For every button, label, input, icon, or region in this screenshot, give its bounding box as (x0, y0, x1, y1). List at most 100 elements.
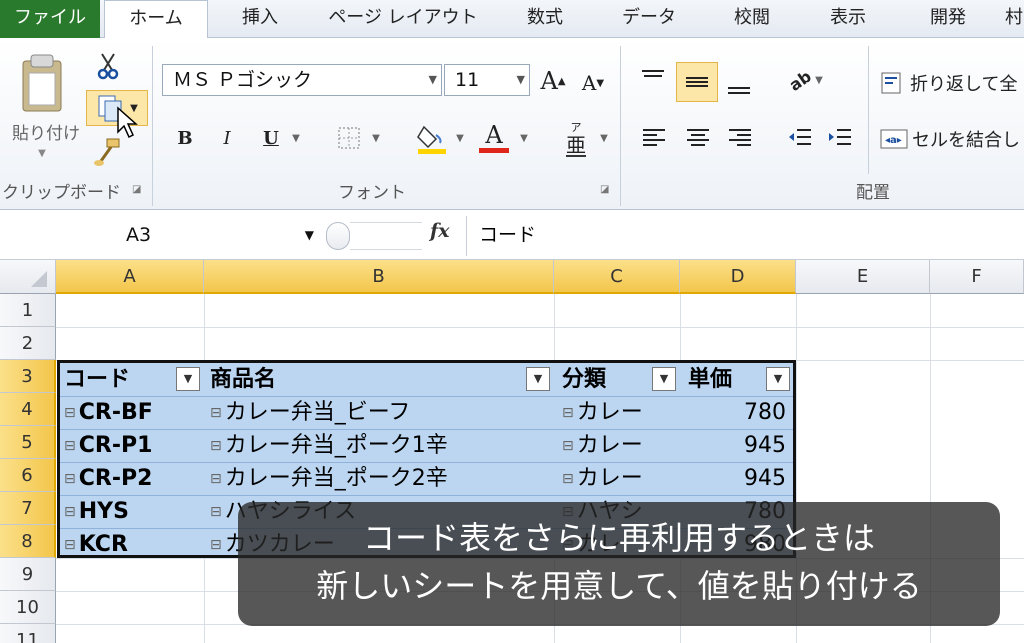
bold-button[interactable]: B (170, 122, 200, 154)
formula-input[interactable]: コード (466, 216, 1024, 256)
table-header-cell[interactable]: 商品名 (210, 363, 550, 396)
align-middle-icon (686, 77, 708, 87)
row-header[interactable]: 9 (0, 558, 56, 591)
row-header[interactable]: 7 (0, 492, 56, 525)
text-marker-icon: ⊟ (64, 437, 76, 454)
cell-value: カレー (576, 433, 643, 458)
align-middle-button[interactable] (676, 62, 718, 102)
table-cell[interactable]: ⊟ カレー弁当_ポーク1辛 (210, 429, 550, 462)
clipboard-group-label: クリップボード (2, 183, 121, 203)
font-size-combo[interactable]: 11 ▼ (444, 64, 530, 96)
launcher-icon[interactable]: ◪ (600, 184, 609, 195)
table-cell[interactable]: ⊟ KCR (64, 528, 204, 561)
merge-center-button[interactable]: ◂a▸ セルを結合し (880, 122, 1024, 156)
table-cell[interactable]: ⊟ CR-BF (64, 396, 204, 429)
tab-developer[interactable]: 開発 (908, 0, 988, 38)
align-top-button[interactable] (636, 60, 670, 96)
table-cell[interactable]: ⊟ カレー弁当_ポーク2辛 (210, 462, 550, 495)
column-header[interactable]: C (554, 260, 680, 294)
formula-bar-splitter[interactable] (326, 222, 350, 250)
chevron-down-icon[interactable]: ▼ (288, 126, 304, 150)
row-header[interactable]: 4 (0, 393, 56, 426)
column-header[interactable]: D (680, 260, 796, 294)
font-name-combo[interactable]: ＭＳ Ｐゴシック ▼ (162, 64, 442, 96)
align-right-button[interactable] (724, 122, 756, 154)
decrease-indent-button[interactable] (784, 122, 816, 154)
column-header[interactable]: A (56, 260, 204, 294)
cut-button[interactable] (94, 52, 122, 80)
align-bottom-button[interactable] (722, 68, 756, 104)
align-bottom-icon (728, 87, 750, 94)
table-cell[interactable]: 945 (688, 429, 792, 462)
table-cell[interactable]: ⊟ カレー弁当_ビーフ (210, 396, 550, 429)
underline-button[interactable]: U (256, 122, 286, 154)
cell-value: CR-P2 (78, 466, 153, 491)
tab-overflow[interactable]: 村 (1004, 0, 1024, 38)
row-header[interactable]: 8 (0, 525, 56, 558)
video-subtitle: コード表をさらに再利用するときは 新しいシートを用意して、値を貼り付ける (238, 502, 1000, 626)
phonetic-button[interactable]: ア亜 (560, 118, 592, 158)
tab-file[interactable]: ファイル (0, 0, 100, 38)
insert-function-button[interactable]: fx (430, 220, 450, 242)
table-cell[interactable]: 780 (688, 396, 792, 429)
tab-data[interactable]: データ (604, 0, 694, 38)
filter-dropdown-button[interactable] (766, 367, 790, 391)
tab-page-layout[interactable]: ページ レイアウト (318, 0, 488, 38)
align-center-button[interactable] (682, 122, 714, 154)
ribbon: 貼り付け ▼ ▼ クリップボード ◪ ＭＳ Ｐゴシック ▼ 11 ▼ A ▲ A… (0, 38, 1024, 210)
row-header[interactable]: 11 (0, 624, 56, 643)
chevron-down-icon[interactable]: ▼ (305, 218, 314, 252)
fill-color-button[interactable] (414, 120, 450, 156)
text-marker-icon: ⊟ (562, 437, 574, 454)
table-cell[interactable]: ⊟ HYS (64, 495, 204, 528)
column-header[interactable]: B (204, 260, 554, 294)
formula-bar-gap (350, 222, 422, 250)
format-painter-button[interactable] (92, 136, 124, 168)
select-all-corner[interactable] (0, 260, 56, 294)
row-header[interactable]: 3 (0, 360, 56, 393)
tab-home[interactable]: ホーム (104, 0, 208, 39)
filter-dropdown-button[interactable] (176, 367, 200, 391)
excel-window: ファイル ホーム 挿入 ページ レイアウト 数式 データ 校閲 表示 開発 村 … (0, 0, 1024, 643)
row-header[interactable]: 10 (0, 591, 56, 624)
table-cell[interactable]: ⊟ CR-P1 (64, 429, 204, 462)
font-color-button[interactable]: A (474, 118, 514, 156)
row-header[interactable]: 5 (0, 426, 56, 459)
column-header[interactable]: E (796, 260, 930, 294)
brush-icon (94, 138, 120, 166)
wrap-text-button[interactable]: 折り返して全 (880, 66, 1024, 100)
increase-indent-button[interactable] (824, 122, 856, 154)
chevron-down-icon[interactable]: ▼ (452, 126, 468, 150)
row-header[interactable]: 1 (0, 294, 56, 327)
name-box[interactable]: A3 ▼ (0, 218, 322, 252)
align-left-button[interactable] (638, 122, 670, 154)
column-header[interactable]: F (930, 260, 1024, 294)
svg-text:ab: ab (787, 67, 815, 93)
formula-bar: A3 ▼ fx コード (0, 212, 1024, 260)
table-cell[interactable]: ⊟カレー (562, 429, 682, 462)
table-cell[interactable]: 945 (688, 462, 792, 495)
chevron-down-icon: ▼ (516, 73, 525, 86)
tab-insert[interactable]: 挿入 (220, 0, 300, 38)
row-header[interactable]: 2 (0, 327, 56, 360)
row-header[interactable]: 6 (0, 459, 56, 492)
orientation-button[interactable]: ab ▼ (782, 62, 828, 98)
indent-icon (829, 129, 851, 145)
table-cell[interactable]: ⊟ CR-P2 (64, 462, 204, 495)
chevron-down-icon[interactable]: ▼ (516, 126, 532, 150)
borders-button[interactable] (334, 122, 364, 154)
tab-formulas[interactable]: 数式 (510, 0, 580, 38)
filter-dropdown-button[interactable] (652, 367, 676, 391)
launcher-icon[interactable]: ◪ (132, 184, 141, 195)
tab-view[interactable]: 表示 (808, 0, 888, 38)
table-cell[interactable]: ⊟カレー (562, 396, 682, 429)
italic-button[interactable]: I (212, 122, 242, 154)
chevron-down-icon[interactable]: ▼ (368, 126, 384, 150)
paste-button[interactable] (10, 48, 74, 118)
tab-review[interactable]: 校閲 (712, 0, 792, 38)
filter-dropdown-button[interactable] (526, 367, 550, 391)
shrink-font-button[interactable]: A ▼ (578, 68, 608, 98)
grow-font-button[interactable]: A ▲ (538, 66, 568, 96)
table-cell[interactable]: ⊟カレー (562, 462, 682, 495)
chevron-down-icon[interactable]: ▼ (596, 126, 612, 150)
